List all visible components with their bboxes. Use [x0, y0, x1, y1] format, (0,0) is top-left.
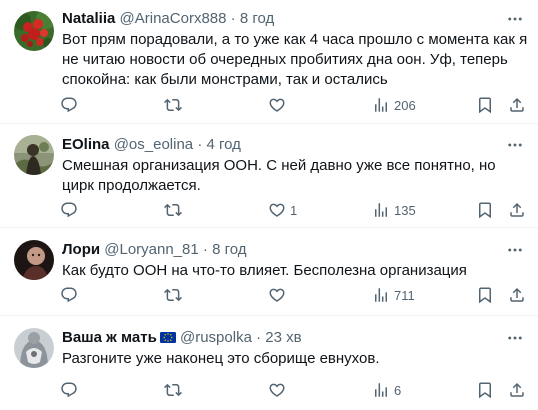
user-handle[interactable]: @os_eolina [114, 136, 193, 153]
bookmark-icon [476, 381, 494, 399]
tweet-header: Лори @Loryann_81 · 8 год [62, 240, 528, 260]
separator-dot: · [202, 241, 208, 258]
like-button[interactable] [268, 285, 290, 305]
timestamp[interactable]: 8 год [240, 10, 274, 27]
tweet-text: Смешная организация ООН. С ней давно уже… [62, 157, 496, 194]
tweet-text: Как будто ООН на что-то влияет. Бесполез… [62, 262, 467, 279]
views-button[interactable]: 135 [372, 200, 416, 220]
reply-icon [60, 286, 78, 304]
views-button[interactable]: 711 [372, 285, 415, 305]
reply-tweet[interactable]: Ваша ж мать @ruspolka · 23 хв Разгоните … [0, 316, 538, 410]
eu-flag-icon [159, 332, 176, 343]
repost-icon [164, 381, 182, 399]
reply-button[interactable] [60, 95, 82, 115]
reply-icon [60, 201, 78, 219]
share-button[interactable] [508, 380, 526, 400]
share-button[interactable] [508, 200, 526, 220]
views-button[interactable]: 206 [372, 95, 416, 115]
reply-tweet[interactable]: EOlina @os_eolina · 4 год Смешная органи… [0, 124, 538, 228]
share-icon [508, 286, 526, 304]
reply-button[interactable] [60, 285, 82, 305]
bookmark-icon [476, 286, 494, 304]
more-options-button[interactable] [504, 9, 526, 29]
like-button[interactable]: 1 [268, 200, 297, 220]
reply-tweet[interactable]: Nataliia @ArinaCorx888 · 8 год Вот прям … [0, 0, 538, 124]
repost-icon [164, 286, 182, 304]
tweet-header: EOlina @os_eolina · 4 год [62, 135, 528, 155]
display-name[interactable]: Лори [62, 241, 100, 258]
views-chart-icon [372, 201, 390, 219]
reply-icon [60, 96, 78, 114]
heart-icon [268, 381, 286, 399]
reply-feed: Nataliia @ArinaCorx888 · 8 год Вот прям … [0, 0, 538, 410]
view-count: 135 [394, 202, 416, 218]
tweet-actions: 711 [0, 285, 538, 305]
heart-icon [268, 96, 286, 114]
tweet-header: Nataliia @ArinaCorx888 · 8 год [62, 9, 528, 29]
views-button[interactable]: 6 [372, 380, 401, 400]
share-button[interactable] [508, 95, 526, 115]
more-options-button[interactable] [504, 135, 526, 155]
share-button[interactable] [508, 285, 526, 305]
user-handle[interactable]: @ArinaCorx888 [120, 10, 227, 27]
bookmark-icon [476, 96, 494, 114]
timestamp[interactable]: 23 хв [265, 329, 301, 346]
bookmark-button[interactable] [476, 380, 494, 400]
bookmark-button[interactable] [476, 200, 494, 220]
separator-dot: · [197, 136, 203, 153]
bookmark-button[interactable] [476, 285, 494, 305]
repost-button[interactable] [164, 95, 186, 115]
avatar[interactable] [14, 240, 54, 280]
timestamp[interactable]: 8 год [212, 241, 246, 258]
like-button[interactable] [268, 380, 290, 400]
repost-button[interactable] [164, 380, 186, 400]
tweet-text: Разгоните уже наконец это сборище евнухо… [62, 350, 380, 367]
separator-dot: · [230, 10, 236, 27]
separator-dot: · [256, 329, 262, 346]
reply-button[interactable] [60, 380, 82, 400]
more-dots-icon [506, 136, 524, 154]
avatar[interactable] [14, 135, 54, 175]
display-name[interactable]: EOlina [62, 136, 110, 153]
more-options-button[interactable] [504, 240, 526, 260]
tweet-actions: 1 135 [0, 200, 538, 220]
display-name[interactable]: Nataliia [62, 10, 115, 27]
repost-icon [164, 201, 182, 219]
bookmark-button[interactable] [476, 95, 494, 115]
tweet-actions: 206 [0, 95, 538, 115]
like-count: 1 [290, 202, 298, 218]
display-name[interactable]: Ваша ж мать [62, 329, 157, 346]
repost-button[interactable] [164, 285, 186, 305]
user-handle[interactable]: @ruspolka [180, 329, 252, 346]
views-chart-icon [372, 96, 390, 114]
timestamp[interactable]: 4 год [206, 136, 240, 153]
view-count: 6 [394, 382, 402, 398]
more-dots-icon [506, 241, 524, 259]
share-icon [508, 381, 526, 399]
reply-button[interactable] [60, 200, 82, 220]
repost-icon [164, 96, 182, 114]
tweet-actions: 6 [0, 380, 538, 400]
avatar[interactable] [14, 11, 54, 51]
views-chart-icon [372, 286, 390, 304]
view-count: 711 [394, 287, 415, 303]
heart-icon [268, 201, 286, 219]
views-chart-icon [372, 381, 390, 399]
share-icon [508, 201, 526, 219]
more-options-button[interactable] [504, 328, 526, 348]
more-dots-icon [506, 329, 524, 347]
avatar[interactable] [14, 328, 54, 368]
reply-tweet[interactable]: Лори @Loryann_81 · 8 год Как будто ООН н… [0, 228, 538, 316]
repost-button[interactable] [164, 200, 186, 220]
like-button[interactable] [268, 95, 290, 115]
tweet-header: Ваша ж мать @ruspolka · 23 хв [62, 328, 528, 348]
share-icon [508, 96, 526, 114]
reply-icon [60, 381, 78, 399]
user-handle[interactable]: @Loryann_81 [104, 241, 198, 258]
tweet-text: Вот прям порадовали, а то уже как 4 часа… [62, 31, 528, 88]
more-dots-icon [506, 10, 524, 28]
view-count: 206 [394, 97, 416, 113]
bookmark-icon [476, 201, 494, 219]
heart-icon [268, 286, 286, 304]
